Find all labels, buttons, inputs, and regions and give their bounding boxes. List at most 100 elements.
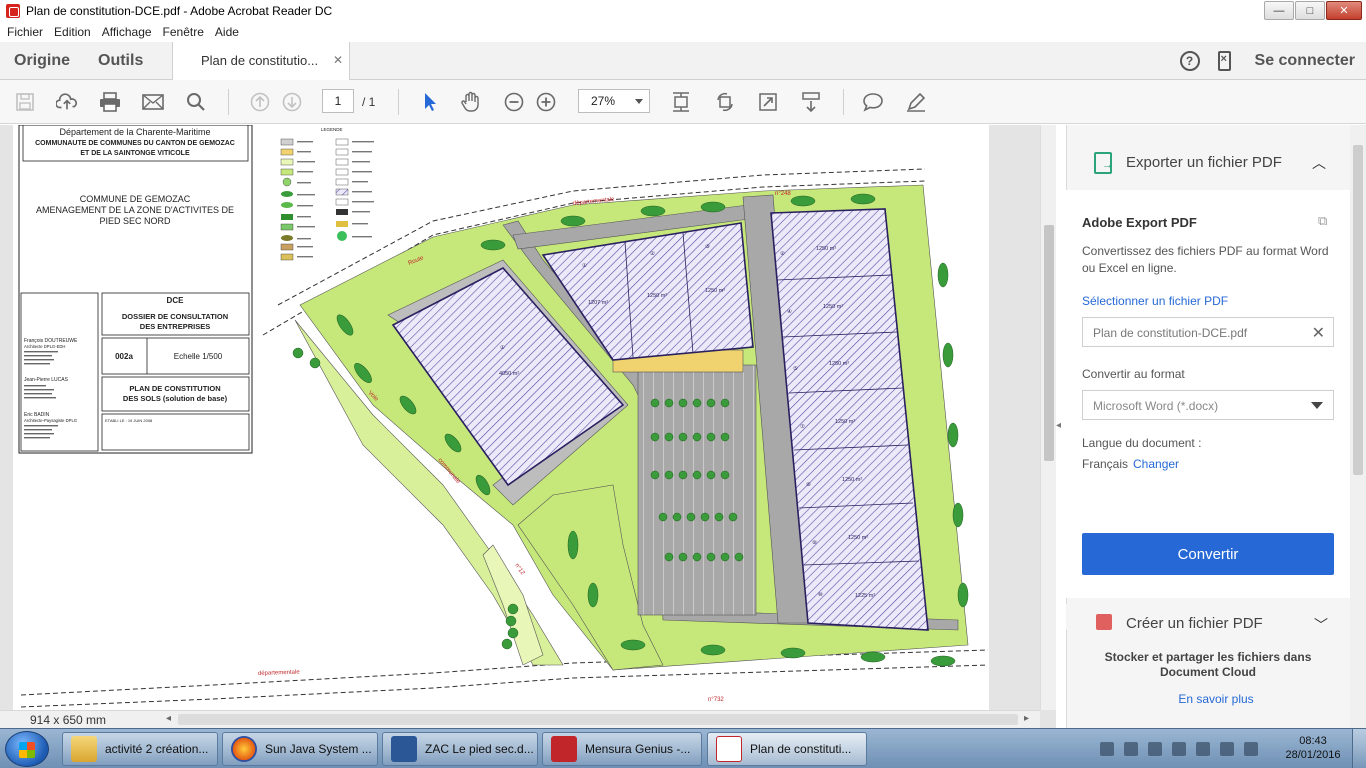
taskbar-item-label: ZAC Le pied sec.d...: [425, 742, 534, 756]
tab-close-icon[interactable]: ✕: [333, 53, 343, 67]
pane-toggle-icon[interactable]: ◂: [1056, 420, 1066, 431]
close-button[interactable]: ✕: [1326, 1, 1362, 20]
word-icon: [391, 736, 417, 762]
plan-commune-text: COMMUNE DE GEMOZAC: [80, 194, 191, 204]
taskbar-item-label: activité 2 création...: [105, 742, 209, 756]
show-desktop-button[interactable]: [1352, 729, 1366, 768]
window-title: Plan de constitution-DCE.pdf - Adobe Acr…: [26, 4, 333, 18]
tab-tools[interactable]: Outils: [98, 52, 143, 70]
fullscreen-icon[interactable]: [757, 91, 779, 113]
scrollbar-thumb[interactable]: [1353, 145, 1363, 475]
tab-home[interactable]: Origine: [14, 52, 70, 70]
document-viewport[interactable]: Département de la Charente-Maritime COMM…: [0, 125, 1061, 728]
menu-edition[interactable]: Edition: [54, 25, 91, 39]
plan-dossier-text: DOSSIER DE CONSULTATION: [122, 312, 228, 321]
change-language-link[interactable]: Changer: [1133, 457, 1179, 471]
taskbar-item-acrobat[interactable]: Plan de constituti...: [707, 732, 867, 766]
plan-community-text: ET DE LA SAINTONGE VITICOLE: [80, 150, 190, 157]
comment-icon[interactable]: [862, 91, 884, 113]
convert-button[interactable]: Convertir: [1082, 533, 1334, 575]
pane-scrollbar[interactable]: [1350, 125, 1366, 728]
minimize-button[interactable]: —: [1264, 1, 1294, 20]
taskbar-item-label: Sun Java System ...: [265, 742, 372, 756]
cloud-storage-line: Document Cloud: [1160, 665, 1256, 679]
tray-expand-icon[interactable]: [1100, 742, 1114, 756]
scrollbar-thumb[interactable]: [1044, 225, 1054, 461]
chevron-up-icon[interactable]: ︿: [1312, 153, 1326, 173]
taskbar-item-word[interactable]: ZAC Le pied sec.d...: [382, 732, 538, 766]
upload-cloud-icon[interactable]: [56, 91, 78, 113]
scroll-mode-icon[interactable]: [800, 91, 822, 113]
plan-lot-label: ④: [787, 308, 792, 315]
plan-lot-label: ⑦: [800, 423, 805, 430]
selected-file-field[interactable]: Plan de constitution-DCE.pdf ✕: [1082, 317, 1334, 347]
chevron-down-icon[interactable]: ﹀: [1314, 615, 1328, 630]
pdf-page: Département de la Charente-Maritime COMM…: [13, 125, 989, 710]
export-pdf-icon: [1094, 152, 1113, 174]
scroll-left-icon[interactable]: ◂: [166, 713, 171, 724]
volume-icon[interactable]: [1244, 742, 1258, 756]
device-icon[interactable]: [1196, 742, 1210, 756]
export-pdf-header[interactable]: Exporter un fichier PDF ︿: [1066, 138, 1350, 190]
mobile-link-icon[interactable]: [1217, 51, 1231, 71]
plan-lot-label: 1250 m²: [835, 419, 855, 425]
menu-aide[interactable]: Aide: [215, 25, 239, 39]
hand-tool-icon[interactable]: [460, 91, 482, 113]
zoom-out-icon[interactable]: [503, 91, 525, 113]
clock-date: 28/01/2016: [1285, 749, 1341, 761]
document-horizontal-scrollbar[interactable]: [178, 714, 1018, 725]
save-icon[interactable]: [14, 91, 36, 113]
learn-more-link[interactable]: En savoir plus: [1066, 692, 1366, 706]
page-number-input[interactable]: 1: [322, 89, 354, 113]
zoom-select[interactable]: 27%: [578, 89, 650, 113]
mensura-icon: [551, 736, 577, 762]
select-file-link[interactable]: Sélectionner un fichier PDF: [1082, 294, 1228, 308]
scroll-right-icon[interactable]: ▸: [1024, 713, 1029, 724]
plan-date-text: ETABLI LE : 19 JUIN 2008: [105, 418, 153, 423]
tab-document[interactable]: Plan de constitutio... ✕: [172, 42, 350, 81]
format-select[interactable]: Microsoft Word (*.docx): [1082, 390, 1334, 420]
pen-sign-icon[interactable]: [905, 91, 927, 113]
taskbar-item-firefox[interactable]: Sun Java System ...: [222, 732, 378, 766]
clock[interactable]: 08:43 28/01/2016: [1282, 734, 1344, 762]
menu-fichier[interactable]: Fichier: [7, 25, 43, 39]
taskbar-item-explorer[interactable]: activité 2 création...: [62, 732, 218, 766]
windows-icon[interactable]: [1172, 742, 1186, 756]
plan-lot-label: 1225 m²: [855, 593, 875, 599]
menu-affichage[interactable]: Affichage: [102, 25, 152, 39]
plan-lot-label: 1250 m²: [816, 246, 836, 252]
plan-scale-text: Echelle 1/500: [174, 352, 223, 361]
document-vertical-scrollbar[interactable]: [1040, 125, 1056, 710]
taskbar-item-mensura[interactable]: Mensura Genius -...: [542, 732, 702, 766]
plan-road-label: n°248: [775, 191, 791, 197]
select-cursor-icon[interactable]: [419, 91, 441, 113]
print-icon[interactable]: [99, 91, 121, 113]
next-page-icon[interactable]: [281, 91, 303, 113]
copy-icon[interactable]: ⧉: [1318, 213, 1332, 228]
sign-in-link[interactable]: Se connecter: [1255, 52, 1355, 70]
clear-file-icon[interactable]: ✕: [1312, 323, 1325, 343]
fit-page-icon[interactable]: [670, 91, 692, 113]
zoom-in-icon[interactable]: [535, 91, 557, 113]
rotate-icon[interactable]: [714, 91, 736, 113]
tab-document-label: Plan de constitutio...: [201, 53, 319, 68]
flag-icon[interactable]: [1148, 742, 1162, 756]
language-value: Français: [1082, 457, 1129, 471]
plan-legend-swatches: [280, 138, 349, 261]
plan-project-text: PIED SEC NORD: [99, 216, 171, 226]
maximize-button[interactable]: □: [1295, 1, 1325, 20]
plan-lot-label: ⑧: [806, 481, 811, 488]
plan-lot-label: ⑤: [793, 365, 798, 372]
menu-fenetre[interactable]: Fenêtre: [163, 25, 204, 39]
plan-legend-title: LEGENDE: [321, 127, 343, 132]
help-icon[interactable]: ?: [1179, 51, 1200, 71]
export-product-title: Adobe Export PDF: [1082, 215, 1197, 230]
plan-architect-text: Jean-Pierre LUCAS: [24, 377, 69, 383]
mail-icon[interactable]: [142, 91, 164, 113]
previous-page-icon[interactable]: [249, 91, 271, 113]
start-button[interactable]: [5, 731, 49, 767]
create-pdf-header[interactable]: Créer un fichier PDF ﹀: [1066, 604, 1350, 630]
security-icon[interactable]: [1220, 742, 1234, 756]
search-icon[interactable]: [185, 91, 207, 113]
network-icon[interactable]: [1124, 742, 1138, 756]
